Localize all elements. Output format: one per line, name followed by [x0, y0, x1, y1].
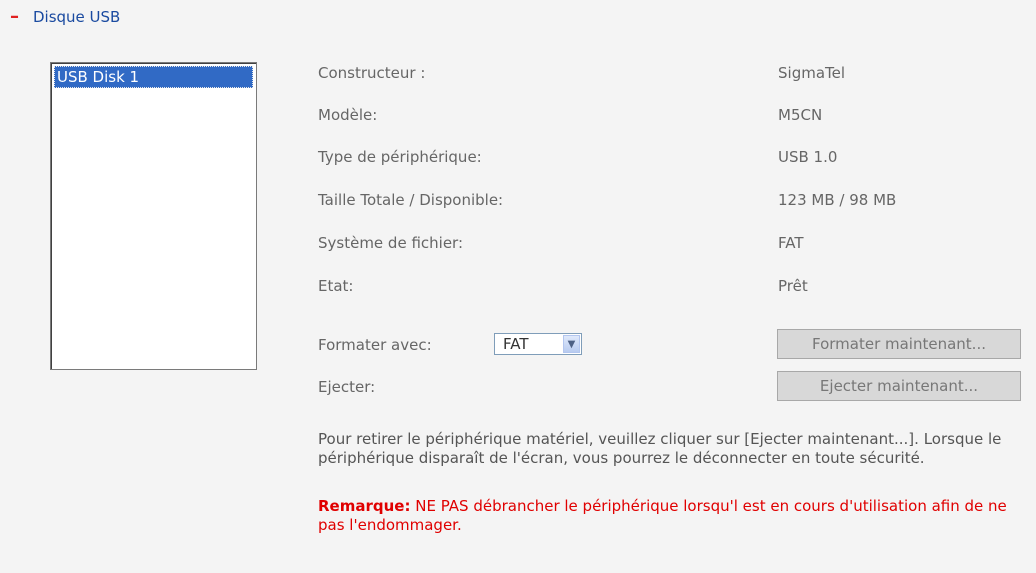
- chevron-down-icon[interactable]: ▼: [563, 335, 580, 353]
- capacity-value: 123 MB / 98 MB: [778, 191, 897, 209]
- section-title: Disque USB: [33, 8, 121, 26]
- warning-note-prefix: Remarque:: [318, 497, 411, 515]
- filesystem-label: Système de fichier:: [318, 234, 464, 252]
- filesystem-value: FAT: [778, 234, 804, 252]
- eject-label: Ejecter:: [318, 378, 376, 396]
- status-value: Prêt: [778, 277, 808, 295]
- device-item-usb-disk-1[interactable]: USB Disk 1: [54, 66, 253, 88]
- eject-now-button[interactable]: Ejecter maintenant...: [777, 371, 1021, 401]
- warning-note-text: NE PAS débrancher le périphérique lorsqu…: [318, 497, 1007, 534]
- manufacturer-label: Constructeur :: [318, 64, 426, 82]
- filesystem-select[interactable]: FAT ▼: [494, 333, 582, 355]
- device-type-label: Type de périphérique:: [318, 148, 482, 166]
- model-label: Modèle:: [318, 106, 378, 124]
- filesystem-select-value: FAT: [503, 335, 529, 353]
- collapse-icon[interactable]: –: [10, 8, 19, 26]
- format-label: Formater avec:: [318, 336, 432, 354]
- warning-note: Remarque: NE PAS débrancher le périphéri…: [318, 497, 1018, 535]
- status-label: Etat:: [318, 277, 354, 295]
- device-list[interactable]: USB Disk 1: [50, 62, 257, 370]
- format-now-button[interactable]: Formater maintenant...: [777, 329, 1021, 359]
- device-type-value: USB 1.0: [778, 148, 838, 166]
- manufacturer-value: SigmaTel: [778, 64, 846, 82]
- section-header[interactable]: – Disque USB: [10, 8, 121, 27]
- eject-instructions: Pour retirer le périphérique matériel, v…: [318, 430, 1002, 467]
- model-value: M5CN: [778, 106, 823, 124]
- capacity-label: Taille Totale / Disponible:: [318, 191, 504, 209]
